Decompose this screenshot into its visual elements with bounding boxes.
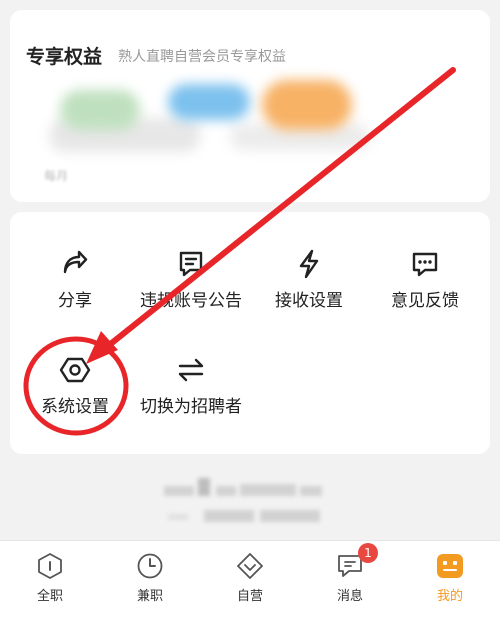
benefits-card[interactable]: 专享权益 熟人直聘自营会员专享权益 每月	[10, 10, 490, 202]
gear-icon	[59, 357, 91, 383]
tab-messages-label: 消息	[336, 589, 363, 604]
benefits-title: 专享权益	[26, 46, 103, 68]
tab-fulltime-label: 全职	[36, 589, 63, 604]
tab-messages[interactable]: 1 消息	[300, 543, 400, 604]
system-settings-button[interactable]: 系统设置	[15, 354, 135, 417]
share-icon	[63, 250, 88, 274]
diamond-icon	[237, 553, 263, 579]
share-label: 分享	[58, 291, 92, 311]
info-icon	[38, 553, 62, 579]
monthly-text: 每月	[44, 169, 69, 183]
feedback-icon	[412, 252, 438, 277]
tab-parttime-label: 兼职	[136, 589, 163, 604]
bottom-tab-bar: 全职 兼职 自营 1 消息 我的	[0, 540, 500, 628]
notice-icon	[179, 251, 203, 277]
tab-profile[interactable]: 我的	[400, 551, 500, 604]
share-button[interactable]: 分享	[15, 248, 135, 311]
tab-parttime[interactable]: 兼职	[100, 551, 200, 604]
feedback-button[interactable]: 意见反馈	[365, 248, 485, 311]
switch-to-recruiter-button[interactable]: 切换为招聘者	[131, 354, 251, 417]
lightning-icon	[299, 249, 319, 279]
receive-settings-label: 接收设置	[275, 291, 343, 311]
blurred-benefit-item	[60, 90, 140, 130]
tab-profile-label: 我的	[436, 589, 463, 604]
swap-icon	[178, 358, 204, 382]
tab-selfrun[interactable]: 自营	[200, 551, 300, 604]
tools-card: 分享 违规账号公告 接收设置 意见反馈 系统设置 切换为招聘者	[10, 212, 490, 454]
blurred-benefit-item	[168, 84, 250, 120]
clock-icon	[137, 553, 163, 579]
blurred-benefit-item	[262, 80, 352, 130]
unread-badge: 1	[358, 543, 378, 563]
receive-settings-button[interactable]: 接收设置	[249, 248, 369, 311]
tab-fulltime[interactable]: 全职	[0, 551, 100, 604]
profile-icon	[437, 554, 463, 578]
violation-notice-button[interactable]: 违规账号公告	[131, 248, 251, 311]
benefits-subtitle: 熟人直聘自营会员专享权益	[118, 49, 286, 65]
violation-notice-label: 违规账号公告	[140, 291, 242, 311]
tab-selfrun-label: 自营	[236, 589, 263, 604]
feedback-label: 意见反馈	[391, 291, 459, 311]
switch-to-recruiter-label: 切换为招聘者	[140, 397, 242, 417]
system-settings-label: 系统设置	[41, 397, 109, 417]
